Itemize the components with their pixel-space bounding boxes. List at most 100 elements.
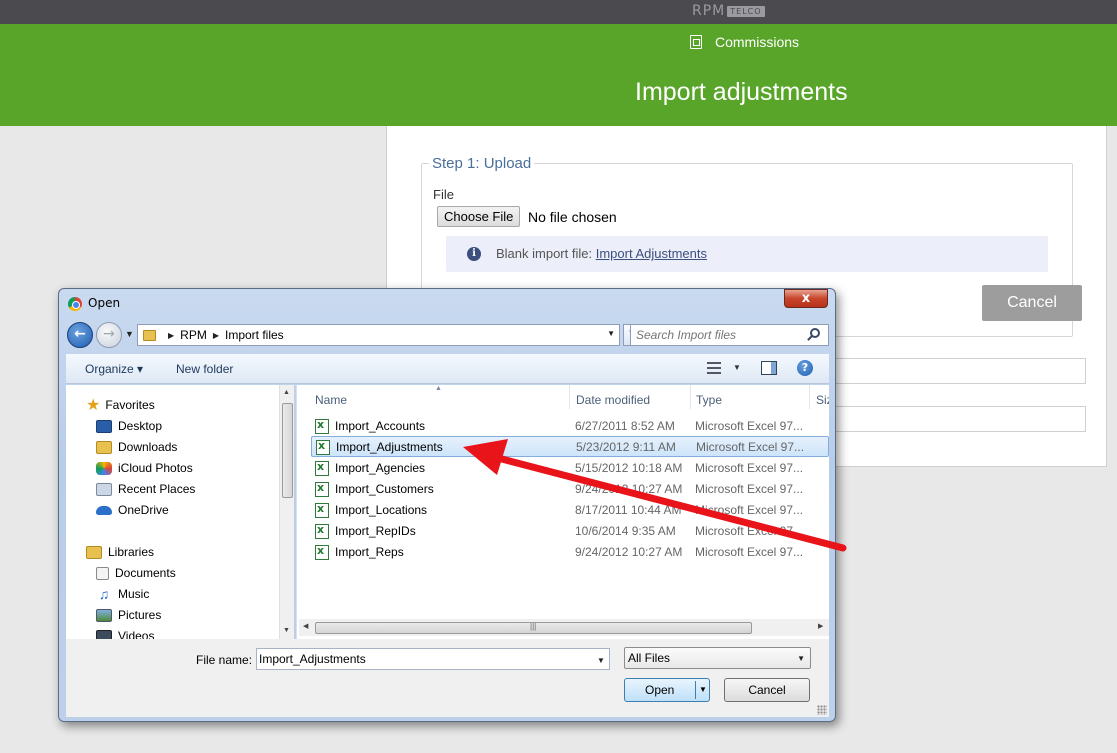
- nav-label: Videos: [118, 629, 155, 639]
- file-name: Import_Accounts: [335, 419, 426, 433]
- rpm-telco-logo[interactable]: RPM TELCO: [692, 3, 765, 19]
- nav-videos[interactable]: Videos: [96, 629, 154, 639]
- nav-label: Downloads: [118, 440, 178, 454]
- import-adjustments-link[interactable]: Import Adjustments: [596, 246, 707, 261]
- dialog-cancel-button[interactable]: Cancel: [724, 678, 810, 702]
- column-header-name[interactable]: Name: [315, 393, 347, 407]
- file-row[interactable]: Import_Agencies 5/15/2012 10:18 AM Micro…: [311, 458, 829, 479]
- file-date: 8/17/2011 10:44 AM: [575, 503, 682, 517]
- column-divider[interactable]: [809, 385, 810, 409]
- preview-pane-icon[interactable]: [761, 361, 777, 375]
- file-row[interactable]: Import_Locations 8/17/2011 10:44 AM Micr…: [311, 500, 829, 521]
- scroll-right-icon[interactable]: ▶: [818, 622, 823, 630]
- excel-file-icon: [315, 523, 329, 539]
- nav-libraries[interactable]: Libraries: [86, 545, 154, 559]
- info-text: Blank import file: Import Adjustments: [496, 246, 707, 261]
- address-segment[interactable]: RPM: [180, 328, 207, 342]
- chrome-icon: [68, 297, 82, 311]
- nav-downloads[interactable]: Downloads: [96, 440, 177, 454]
- chevron-right-icon[interactable]: ▶: [168, 331, 174, 340]
- nav-scrollbar[interactable]: ▲ ▼: [279, 385, 294, 639]
- nav-documents[interactable]: Documents: [96, 566, 176, 580]
- recent-places-icon: [96, 482, 112, 496]
- nav-icloud-photos[interactable]: iCloud Photos: [96, 461, 193, 475]
- back-button[interactable]: ←: [67, 322, 93, 348]
- nav-label: OneDrive: [118, 503, 169, 517]
- step-legend: Step 1: Upload: [429, 155, 535, 172]
- resize-grip-icon[interactable]: [817, 705, 827, 715]
- file-name-dropdown-icon[interactable]: ▼: [597, 656, 605, 665]
- info-prefix: Blank import file:: [496, 246, 593, 261]
- documents-icon: [96, 566, 109, 580]
- file-name: Import_Adjustments: [336, 440, 443, 454]
- libraries-icon: [86, 545, 102, 559]
- nav-favorites[interactable]: ★ Favorites: [86, 397, 155, 413]
- address-segment[interactable]: Import files: [225, 328, 284, 342]
- chevron-right-icon[interactable]: ▶: [213, 331, 219, 340]
- scroll-thumb[interactable]: [282, 403, 293, 498]
- file-row-selected[interactable]: Import_Adjustments 5/23/2012 9:11 AM Mic…: [311, 436, 829, 457]
- scroll-up-icon[interactable]: ▲: [283, 389, 290, 396]
- file-type: Microsoft Excel 97...: [695, 419, 804, 433]
- nav-label: Documents: [115, 566, 176, 580]
- cancel-button[interactable]: Cancel: [982, 285, 1082, 321]
- view-options-icon[interactable]: [707, 362, 721, 374]
- file-name: Import_Locations: [335, 503, 428, 517]
- nav-recent-places[interactable]: Recent Places: [96, 482, 195, 496]
- downloads-icon: [96, 440, 112, 454]
- nav-pictures[interactable]: Pictures: [96, 608, 161, 622]
- scroll-left-icon[interactable]: ◀: [303, 622, 308, 630]
- close-button[interactable]: x: [784, 289, 828, 308]
- address-dropdown-icon[interactable]: ▼: [607, 329, 615, 338]
- history-dropdown-icon[interactable]: ▼: [125, 329, 134, 339]
- open-file-dialog: Open x ← → ▼ ▶ RPM ▶ Import files ▼ ⇅ Or…: [58, 288, 836, 722]
- file-row[interactable]: Import_Accounts 6/27/2011 8:52 AM Micros…: [311, 416, 829, 437]
- music-icon: ♫: [98, 585, 110, 602]
- excel-file-icon: [315, 460, 329, 476]
- open-dropdown-icon[interactable]: ▼: [699, 685, 707, 694]
- forward-button[interactable]: →: [96, 322, 122, 348]
- dialog-footer: File name: ▼ All Files ▼ Open ▼ Cancel: [66, 639, 829, 717]
- new-folder-button[interactable]: New folder: [176, 362, 233, 376]
- excel-file-icon: [315, 502, 329, 518]
- file-name-input[interactable]: [256, 648, 610, 670]
- column-header-size[interactable]: Siz: [816, 393, 829, 407]
- file-type-select[interactable]: All Files ▼: [624, 647, 811, 669]
- file-list: ▲ Name Date modified Type Siz Import_Acc…: [296, 385, 829, 639]
- file-row[interactable]: Import_RepIDs 10/6/2014 9:35 AM Microsof…: [311, 521, 829, 542]
- organize-button[interactable]: Organize ▾: [85, 362, 143, 376]
- search-input[interactable]: [630, 324, 829, 346]
- dialog-toolbar: Organize ▾ New folder ▼ ?: [66, 354, 829, 384]
- grip-icon: |||: [530, 622, 537, 631]
- view-dropdown-icon[interactable]: ▼: [733, 363, 741, 372]
- nav-music[interactable]: ♫ Music: [96, 585, 150, 602]
- column-header-type[interactable]: Type: [696, 393, 722, 407]
- chevron-down-icon[interactable]: ▼: [797, 654, 805, 663]
- file-type: Microsoft Excel 97...: [695, 524, 804, 538]
- nav-desktop[interactable]: Desktop: [96, 419, 162, 433]
- sort-ascending-icon: ▲: [435, 385, 442, 392]
- help-icon[interactable]: ?: [797, 360, 813, 376]
- nav-onedrive[interactable]: OneDrive: [96, 503, 169, 517]
- scroll-thumb[interactable]: |||: [315, 622, 752, 634]
- scroll-down-icon[interactable]: ▼: [283, 627, 290, 634]
- column-divider[interactable]: [690, 385, 691, 409]
- address-bar[interactable]: ▶ RPM ▶ Import files ▼: [137, 324, 620, 346]
- column-divider[interactable]: [569, 385, 570, 409]
- top-bar: RPM TELCO: [0, 0, 1117, 24]
- choose-file-button[interactable]: Choose File: [437, 206, 521, 227]
- file-name: Import_RepIDs: [335, 524, 416, 538]
- file-type: Microsoft Excel 97...: [696, 440, 805, 454]
- file-row[interactable]: Import_Reps 9/24/2012 10:27 AM Microsoft…: [311, 542, 829, 563]
- file-row[interactable]: Import_Customers 9/24/2012 10:27 AM Micr…: [311, 479, 829, 500]
- file-date: 5/15/2012 10:18 AM: [575, 461, 683, 475]
- file-type-value: All Files: [628, 651, 671, 665]
- column-header-date[interactable]: Date modified: [576, 393, 650, 407]
- horizontal-scrollbar[interactable]: ◀ ||| ▶: [299, 619, 829, 636]
- open-button[interactable]: Open ▼: [624, 678, 710, 702]
- breadcrumb[interactable]: Commissions: [690, 34, 799, 50]
- logo-sub-text: TELCO: [727, 5, 765, 17]
- nav-label: Music: [118, 587, 150, 601]
- file-date: 5/23/2012 9:11 AM: [576, 440, 676, 454]
- search-icon[interactable]: [810, 328, 820, 338]
